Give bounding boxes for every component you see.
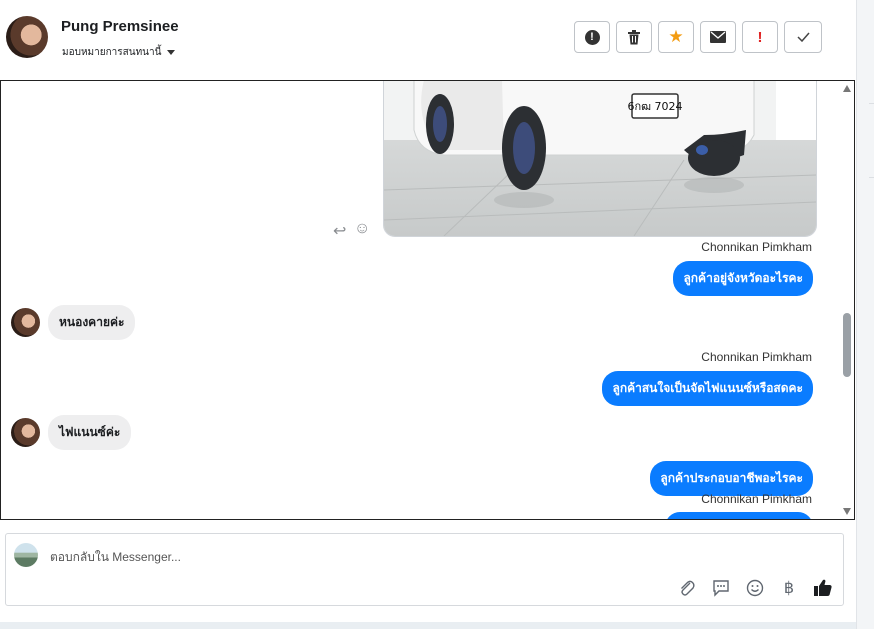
star-button[interactable]: ★ <box>658 21 694 53</box>
reply-icon[interactable]: ↩ <box>333 221 346 241</box>
message-sender: Chonnikan Pimkham <box>701 240 812 254</box>
follow-up-button[interactable]: ! <box>742 21 778 53</box>
outgoing-message[interactable]: ลูกค้าสนใจเป็นจัดไฟแนนซ์หรือสดคะ <box>602 371 813 406</box>
star-icon: ★ <box>668 27 684 46</box>
scrollbar-thumb[interactable] <box>843 313 851 377</box>
contact-avatar[interactable] <box>6 16 48 58</box>
composer-tools: ฿ <box>677 578 833 598</box>
adjacent-panel-edge <box>856 0 874 629</box>
car-photo-image: 6กฒ 7024 <box>384 81 816 236</box>
conversation-toolbar: ! ★ ! <box>574 21 822 53</box>
conversation-header: Pung Premsinee มอบหมายการสนทนานี้ ! ★ ! <box>0 0 856 80</box>
scroll-down-arrow-icon[interactable] <box>843 508 851 515</box>
message-sender: Chonnikan Pimkham <box>701 492 812 506</box>
react-emoji-icon[interactable]: ☺ <box>354 220 370 238</box>
mark-unread-button[interactable] <box>700 21 736 53</box>
contact-name[interactable]: Pung Premsinee <box>61 18 179 35</box>
outgoing-message[interactable]: ลูกค้าอยู่จังหวัดอะไรคะ <box>673 261 813 296</box>
envelope-icon <box>710 31 726 43</box>
scroll-up-arrow-icon[interactable] <box>843 85 851 92</box>
assign-conversation-dropdown[interactable]: มอบหมายการสนทนานี้ <box>62 45 176 60</box>
thread-scrollbar[interactable] <box>840 81 854 519</box>
attach-file-button[interactable] <box>677 578 697 598</box>
check-icon <box>796 32 810 42</box>
outgoing-message[interactable]: ลูกค้าประกอบอาชีพอะไรคะ <box>650 461 813 496</box>
emoji-icon <box>746 579 764 597</box>
saved-replies-button[interactable] <box>711 578 731 598</box>
like-button[interactable] <box>813 578 833 598</box>
exclamation-icon: ! <box>757 28 763 46</box>
mark-done-button[interactable] <box>784 21 822 53</box>
delete-button[interactable] <box>616 21 652 53</box>
incoming-message[interactable]: หนองคายค่ะ <box>48 305 136 340</box>
conversation-panel: Pung Premsinee มอบหมายการสนทนานี้ ! ★ ! … <box>0 0 856 622</box>
contact-avatar[interactable] <box>11 418 40 447</box>
thumbs-up-icon <box>814 579 832 596</box>
baht-icon: ฿ <box>783 580 795 597</box>
message-sender: Chonnikan Pimkham <box>701 350 812 364</box>
outgoing-message-partial[interactable] <box>665 512 813 519</box>
caret-down-icon <box>167 50 176 55</box>
spam-icon: ! <box>584 29 600 45</box>
reply-composer: ฿ <box>5 533 844 606</box>
mark-spam-button[interactable]: ! <box>574 21 610 53</box>
trash-icon <box>628 29 640 44</box>
page-avatar <box>14 543 38 567</box>
license-plate-text: 6กฒ 7024 <box>627 100 682 113</box>
assign-label: มอบหมายการสนทนานี้ <box>62 47 162 58</box>
incoming-message-row: ไฟแนนซ์ค่ะ <box>11 415 132 450</box>
incoming-message-row: หนองคายค่ะ <box>11 305 136 340</box>
paperclip-icon <box>681 580 695 596</box>
message-thread[interactable]: 6กฒ 7024 ↩ ☺ Chonnikan Pimkham ลูกค้าอยู… <box>0 80 855 520</box>
contact-avatar[interactable] <box>11 308 40 337</box>
emoji-button[interactable] <box>745 578 765 598</box>
incoming-message[interactable]: ไฟแนนซ์ค่ะ <box>48 415 132 450</box>
saved-reply-icon <box>713 580 729 597</box>
car-photo-attachment[interactable]: 6กฒ 7024 <box>383 81 817 237</box>
payment-button[interactable]: ฿ <box>779 578 799 598</box>
reply-input[interactable] <box>48 542 652 572</box>
